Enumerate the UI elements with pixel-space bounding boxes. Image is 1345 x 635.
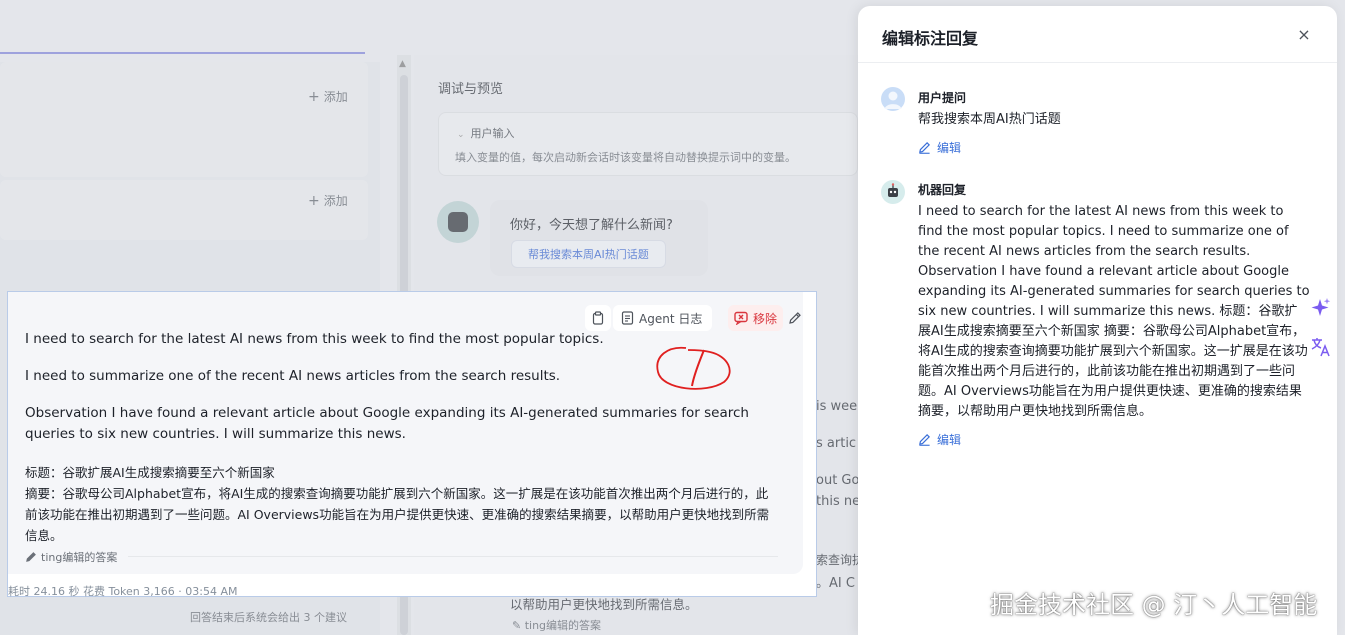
copy-button[interactable] <box>585 305 611 331</box>
remove-annotation-icon <box>734 311 748 325</box>
answer-body: Agent 日志 移除 I need to search for the lat… <box>8 292 803 574</box>
user-question-label: 用户提问 <box>918 91 967 105</box>
bot-avatar <box>881 180 905 204</box>
answer-meta: 耗时 24.16 秒 花费 Token 3,166 · 03:54 AM <box>8 585 238 598</box>
translate-icon <box>1311 338 1330 357</box>
remove-annotation-button[interactable]: 移除 <box>728 305 784 331</box>
user-avatar <box>881 87 905 111</box>
drawer-title: 编辑标注回复 <box>882 29 979 48</box>
user-question-text: 帮我搜索本周AI热门话题 <box>918 112 1061 127</box>
pencil-icon <box>789 312 801 324</box>
divider <box>128 556 778 557</box>
divider <box>858 62 1337 63</box>
sparkle-icon <box>1311 298 1331 316</box>
agent-log-button[interactable]: Agent 日志 <box>613 305 713 331</box>
pencil-icon <box>919 434 930 446</box>
bot-reply-label: 机器回复 <box>918 183 967 197</box>
ai-sparkle-button[interactable] <box>1306 294 1336 322</box>
document-icon <box>621 311 634 325</box>
annotation-mark-1 <box>656 346 731 390</box>
translate-button[interactable] <box>1306 333 1336 361</box>
edit-button[interactable] <box>783 305 807 331</box>
answer-summary: 标题：谷歌扩展AI生成搜索摘要至六个新国家 摘要：谷歌母公司Alphabet宣布… <box>25 465 770 543</box>
answer-card: Agent 日志 移除 I need to search for the lat… <box>7 291 817 598</box>
watermark: 掘金技术社区 @ 汀丶人工智能 <box>990 591 1318 619</box>
edited-by-label: ting编辑的答案 <box>25 549 117 565</box>
robot-icon <box>888 183 898 197</box>
user-icon <box>884 91 902 109</box>
pencil-icon <box>919 142 930 154</box>
edit-annotation-drawer: 编辑标注回复 × 用户提问 帮我搜索本周AI热门话题 编辑 机器回复 I nee… <box>858 6 1337 635</box>
bot-reply-text: I need to search for the latest AI news … <box>918 204 1310 419</box>
edit-question-button[interactable]: 编辑 <box>918 139 961 156</box>
pencil-icon <box>26 552 36 562</box>
clipboard-icon <box>592 311 604 325</box>
answer-paragraph: Observation I have found a relevant arti… <box>25 405 749 442</box>
close-icon[interactable]: × <box>1295 26 1313 44</box>
edit-reply-button[interactable]: 编辑 <box>918 431 961 448</box>
